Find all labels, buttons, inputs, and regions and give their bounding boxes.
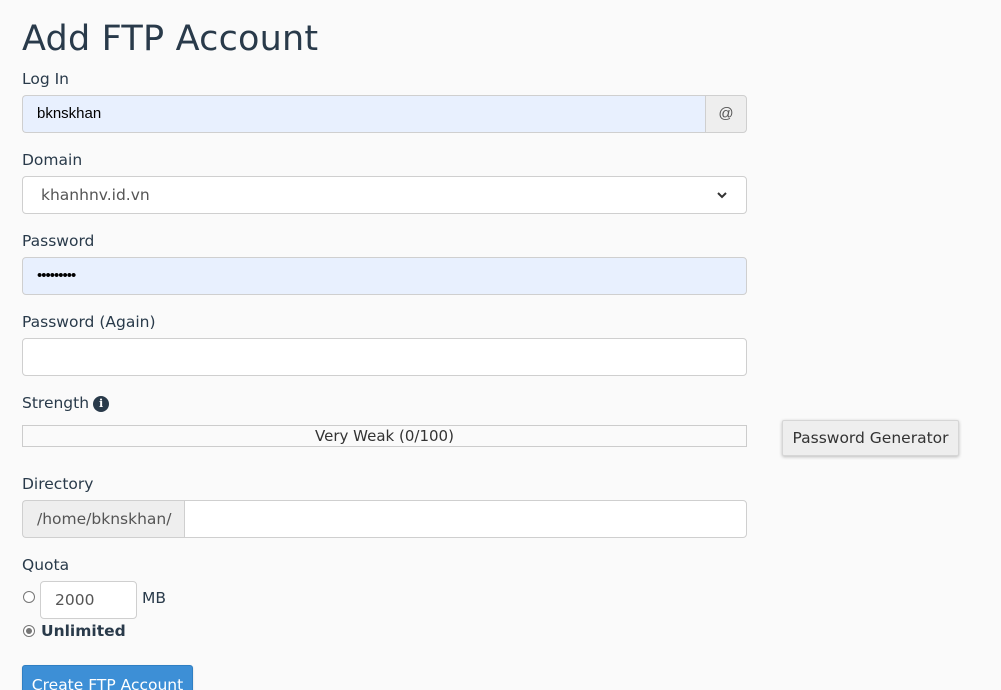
- password-strength-meter: Very Weak (0/100): [22, 425, 747, 447]
- add-ftp-account-page: Add FTP Account Log In bknskhan @ Domain…: [0, 0, 1001, 690]
- password-input[interactable]: •••••••••: [22, 257, 747, 295]
- info-circle-icon[interactable]: i: [93, 396, 110, 412]
- password-label: Password: [22, 232, 95, 250]
- page-title: Add FTP Account: [22, 19, 319, 59]
- password-again-label: Password (Again): [22, 313, 156, 331]
- directory-input-group: /home/bknskhan/: [22, 500, 747, 538]
- directory-prefix: /home/bknskhan/: [22, 500, 185, 538]
- domain-label: Domain: [22, 151, 83, 169]
- domain-select[interactable]: khanhnv.id.vn: [22, 176, 747, 214]
- quota-label: Quota: [22, 556, 70, 574]
- strength-text: Very Weak (0/100): [315, 427, 454, 445]
- password-again-input[interactable]: [22, 338, 747, 376]
- quota-value-input[interactable]: 2000: [40, 581, 137, 619]
- create-ftp-account-button[interactable]: Create FTP Account: [22, 665, 193, 690]
- login-input-group: bknskhan @: [22, 95, 747, 133]
- directory-input[interactable]: [184, 500, 747, 538]
- quota-unlimited-radio[interactable]: [23, 625, 35, 637]
- quota-limited-radio[interactable]: [23, 591, 35, 603]
- password-generator-button[interactable]: Password Generator: [782, 420, 959, 456]
- quota-unit: MB: [142, 589, 167, 607]
- chevron-down-icon: [716, 189, 728, 201]
- quota-unlimited-label[interactable]: Unlimited: [41, 622, 126, 640]
- login-label: Log In: [22, 70, 70, 88]
- directory-label: Directory: [22, 475, 94, 493]
- domain-selected-value: khanhnv.id.vn: [41, 186, 150, 204]
- strength-label-row: Strength i: [22, 393, 110, 413]
- strength-label: Strength: [22, 394, 90, 412]
- at-sign-addon: @: [705, 95, 747, 133]
- login-input[interactable]: bknskhan: [22, 95, 705, 133]
